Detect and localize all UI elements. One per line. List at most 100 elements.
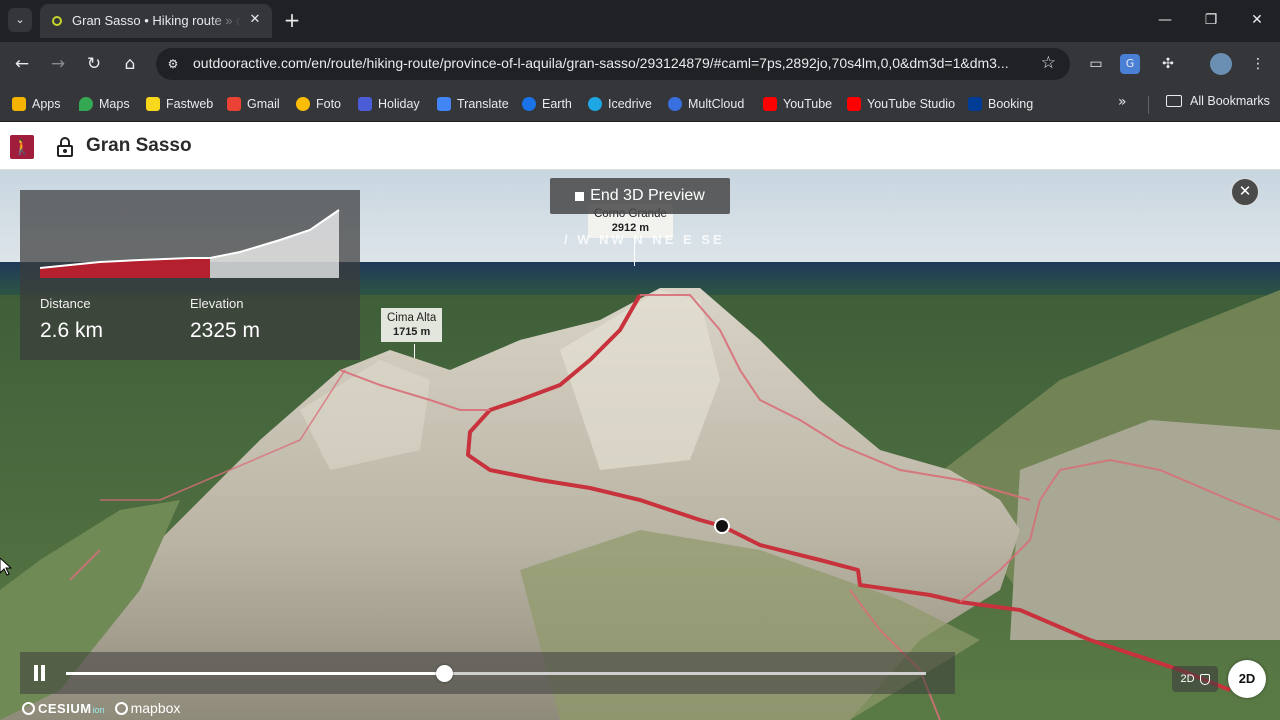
mapbox-label: mapbox [130,700,181,716]
new-tab-icon[interactable]: + [282,8,302,32]
mouse-cursor-icon [0,558,12,576]
distance-stat: Distance 2.6 km [40,296,103,343]
pause-icon[interactable] [33,665,47,681]
peak-name: Cima Alta [387,312,437,324]
reload-icon[interactable]: ↻ [82,52,106,76]
2d-toggle-button[interactable]: 2D [1228,660,1266,698]
cast-icon[interactable]: ▭ [1084,52,1108,76]
youtube-icon [763,97,777,111]
apps-icon [12,97,26,111]
restore-icon[interactable]: ❐ [1196,8,1226,32]
bookmark-label: Maps [99,97,130,111]
bookmarks-divider [1148,96,1149,114]
shield-icon [1199,673,1210,685]
earth-icon [522,97,536,111]
map-3d-view[interactable]: Corno Grande 2912 m / W NW N NE E SE Cim… [0,170,1280,720]
bookmarks-bar: Apps Maps Fastweb Gmail Foto Holiday Tra… [0,86,1280,122]
address-bar[interactable]: ⚙ outdooractive.com/en/route/hiking-rout… [156,48,1070,80]
elevation-value: 2325 m [190,319,261,342]
bookmark-label: Foto [316,97,342,111]
bookmark-label: Icedrive [608,97,652,111]
icedrive-icon [588,97,602,111]
bookmark-translate[interactable]: Translate [437,94,509,114]
bookmark-earth[interactable]: Earth [522,94,572,114]
stop-icon [575,191,585,201]
extensions-icon[interactable]: ✣ [1156,52,1180,76]
mapbox-logo[interactable]: mapbox [114,700,181,716]
url-text: outdooractive.com/en/route/hiking-route/… [193,55,1009,71]
distance-label: Distance [40,296,91,311]
route-position-marker [714,518,730,534]
bookmark-label: YouTube [783,97,833,111]
cesium-label: CESIUM [38,700,92,716]
bookmark-label: Apps [32,97,61,111]
cesium-logo[interactable]: CESIUMion [22,701,105,716]
maps-icon [79,97,93,111]
cesium-ring-icon [22,701,35,715]
close-window-icon[interactable]: ✕ [1242,8,1272,32]
bookmark-label: YouTube Studio [867,97,956,111]
profile-avatar[interactable] [1210,53,1232,75]
peak-stem [414,344,415,358]
menu-icon[interactable]: ⋮ [1246,52,1270,76]
bookmark-multcloud[interactable]: MultCloud [668,94,744,114]
translate-icon [437,97,451,111]
google-translate-icon[interactable]: G [1120,54,1140,74]
bookmark-gmail[interactable]: Gmail [227,94,280,114]
booking-icon [968,97,982,111]
holiday-icon [358,97,372,111]
playback-slider[interactable] [66,665,926,682]
bookmark-youtube-studio[interactable]: YouTube Studio [847,94,955,114]
2d-mode-chip[interactable]: 2D [1172,666,1218,692]
minimize-icon[interactable]: — [1150,8,1180,32]
more-bookmarks-icon[interactable]: » [1118,94,1127,110]
end-3d-preview-label: End 3D Preview [590,187,705,204]
bookmark-booking[interactable]: Booking [968,94,1033,114]
browser-toolbar: ← → ↻ ⌂ ⚙ outdooractive.com/en/route/hik… [0,42,1280,86]
back-icon[interactable]: ← [10,52,34,76]
bookmark-label: MultCloud [688,97,745,111]
forward-icon[interactable]: → [46,52,70,76]
page-title: Gran Sasso [86,135,192,156]
lock-icon[interactable] [56,137,74,157]
bookmark-fastweb[interactable]: Fastweb [146,94,213,114]
playback-progress [66,672,445,675]
multcloud-icon [668,97,682,111]
bookmark-star-icon[interactable]: ☆ [1041,53,1056,73]
gmail-icon [227,97,241,111]
bookmark-holiday[interactable]: Holiday [358,94,420,114]
bookmark-label: Holiday [378,97,420,111]
ion-label: ion [92,704,105,715]
distance-value: 2.6 km [40,319,104,342]
bookmark-icedrive[interactable]: Icedrive [588,94,652,114]
playback-handle[interactable] [436,665,454,682]
bookmark-label: Gmail [247,97,280,111]
bookmark-youtube[interactable]: YouTube [763,94,832,114]
outdooractive-favicon [52,16,62,26]
bookmark-label: Fastweb [166,97,214,111]
home-icon[interactable]: ⌂ [118,52,142,76]
mapbox-ring-icon [114,702,128,715]
site-settings-icon[interactable]: ⚙ [164,55,182,73]
folder-icon [1166,95,1182,107]
youtube-studio-icon [847,97,861,111]
elevation-label: Elevation [190,296,244,311]
close-tab-icon[interactable]: ✕ [246,11,264,29]
photos-icon [296,97,310,111]
bookmark-label: Translate [457,97,509,111]
end-3d-preview-button[interactable]: End 3D Preview [550,178,730,214]
bookmark-label: Earth [542,97,572,111]
elevation-stat: Elevation 2325 m [190,296,260,343]
tab-search-icon[interactable]: ⌄ [8,8,32,32]
bookmark-apps[interactable]: Apps [12,94,61,114]
all-bookmarks-button[interactable]: All Bookmarks [1166,94,1270,108]
bookmark-maps[interactable]: Maps [79,94,130,114]
peak-elevation: 1715 m [392,326,431,338]
peak-label-cima-alta: Cima Alta 1715 m [381,308,443,342]
compass-ribbon: / W NW N NE E SE [564,232,725,247]
bookmark-foto[interactable]: Foto [296,94,341,114]
elevation-profile-chart [40,209,340,278]
page-header: 🚶 Gran Sasso [0,122,1280,170]
close-map-icon[interactable]: ✕ [1231,178,1259,206]
browser-tab[interactable]: Gran Sasso • Hiking route » outdooractiv… [40,4,272,38]
